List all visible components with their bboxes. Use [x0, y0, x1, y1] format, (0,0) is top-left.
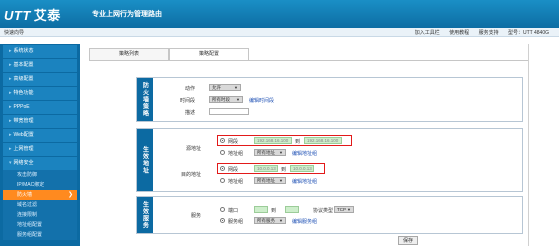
dst-group-select[interactable]: 所有地址 ▼ — [254, 177, 286, 184]
time-select[interactable]: 所有时段 ▼ — [209, 96, 243, 103]
support-link[interactable]: 服务支持 — [479, 30, 499, 36]
tab-policy-list[interactable]: 策略列表 — [89, 48, 169, 60]
sidebar: ▸ 系统状态 ▸ 基本配置 ▸ 高级配置 ▸ 特色功能 ▸ PPPoE ▸ 带宽管理 ▸ We… — [0, 44, 80, 246]
service-group-select[interactable]: 所有服务 ▼ — [254, 217, 286, 224]
tab-policy-config[interactable]: 策略配置 — [169, 48, 249, 60]
service-label: 服务 — [190, 213, 201, 219]
src-group-select[interactable]: 所有地址 ▼ — [254, 149, 286, 156]
src-to-input[interactable]: 192.168.16.100 — [304, 137, 342, 144]
protocol-select[interactable]: TCP ▼ — [334, 206, 354, 213]
bullet-icon: ▸ — [9, 104, 12, 110]
desc-label: 描述 — [184, 110, 195, 116]
protocol-label: 协议类型 — [313, 208, 334, 214]
sidebar-item-web[interactable]: ▸ Web配置 — [3, 129, 77, 142]
action-label: 动作 — [184, 86, 195, 92]
service-group-label: 服务组 — [228, 219, 244, 225]
port-to-label: 到 — [271, 208, 277, 214]
policy-section-label: 防火墙策略 — [137, 78, 153, 121]
sidebar-subitem-connlimit[interactable]: 连接限制 — [3, 210, 77, 220]
service-group-radio[interactable] — [220, 218, 225, 223]
src-from-input[interactable]: 192.168.16.100 — [254, 137, 292, 144]
sidebar-subitem-firewall[interactable]: 防火墙 ❯ — [3, 190, 77, 200]
dst-group-label: 地址组 — [228, 179, 244, 185]
sidebar-item-advanced[interactable]: ▸ 高级配置 — [3, 73, 77, 86]
sidebar-item-features[interactable]: ▸ 特色功能 — [3, 87, 77, 100]
src-group-label: 地址组 — [228, 151, 244, 157]
header-slogan: 专业上网行为管理路由 — [92, 11, 162, 18]
sidebar-subitem-svcgroup[interactable]: 服务组配置 — [3, 230, 77, 240]
service-section: 生效服务 服务 端口 到 协议类型 TCP ▼ 服务组 所有服务 ▼ 编辑服务组 — [136, 196, 523, 234]
port-to-input[interactable] — [285, 206, 299, 213]
dst-to-input[interactable]: 10.0.0.13 — [290, 165, 314, 172]
dst-to-label: 到 — [281, 167, 287, 173]
tutorial-link[interactable]: 使用教程 — [449, 30, 469, 36]
address-section: 生效地址 源地址 网段 192.168.16.100 到 192.168.16.… — [136, 128, 523, 192]
bullet-icon: ▸ — [9, 146, 12, 152]
dst-address-label: 目的地址 — [180, 172, 201, 178]
bullet-icon: ▸ — [9, 132, 12, 138]
sidebar-subitem-ipmac[interactable]: IP/MAC绑定 — [3, 180, 77, 190]
service-section-label: 生效服务 — [137, 197, 153, 233]
top-links: 加入工具栏 使用教程 服务支持 型号：UTT 4840G — [407, 29, 549, 36]
chevron-right-icon: ❯ — [67, 192, 73, 198]
dst-edit-group-link[interactable]: 编辑地址组 — [292, 178, 317, 185]
chevron-down-icon: ▼ — [347, 207, 351, 212]
edit-time-link[interactable]: 编辑时间段 — [249, 97, 274, 104]
bullet-icon: ▸ — [9, 62, 12, 68]
desc-input[interactable] — [209, 108, 249, 115]
bullet-icon: ▸ — [9, 90, 12, 96]
sidebar-item-pppoe[interactable]: ▸ PPPoE — [3, 101, 77, 114]
quick-wizard-link[interactable]: 快速向导 — [4, 29, 24, 36]
src-range-radio[interactable] — [220, 138, 225, 143]
chevron-down-icon: ▼ — [279, 150, 283, 155]
model-label: 型号：UTT 4840G — [507, 30, 549, 36]
sidebar-subitem-addrgroup[interactable]: 地址组配置 — [3, 220, 77, 230]
sidebar-subitem-attack[interactable]: 攻击防御 — [3, 170, 77, 180]
time-label: 时间段 — [179, 98, 195, 104]
bullet-icon: ▸ — [9, 118, 12, 124]
sidebar-item-status[interactable]: ▸ 系统状态 — [3, 45, 77, 58]
content-border — [528, 44, 529, 246]
port-from-input[interactable] — [254, 206, 268, 213]
policy-section: 防火墙策略 动作 允许 ▼ 时间段 所有时段 ▼ 编辑时间段 描述 — [136, 77, 523, 122]
port-label: 端口 — [228, 208, 239, 214]
tab-divider — [89, 60, 529, 61]
sidebar-item-security[interactable]: ▾ 网络安全 — [3, 157, 77, 170]
edit-service-group-link[interactable]: 编辑服务组 — [292, 218, 317, 225]
src-group-radio[interactable] — [220, 150, 225, 155]
dst-range-label: 网段 — [228, 167, 239, 173]
sidebar-item-access[interactable]: ▸ 上网管理 — [3, 143, 77, 156]
src-edit-group-link[interactable]: 编辑地址组 — [292, 150, 317, 157]
add-toolbar-link[interactable]: 加入工具栏 — [415, 30, 440, 36]
sub-toolbar: 快速向导 加入工具栏 使用教程 服务支持 型号：UTT 4840G — [0, 28, 559, 37]
app-window: UTT 艾泰 专业上网行为管理路由 快速向导 加入工具栏 使用教程 服务支持 型号… — [0, 0, 559, 246]
action-select[interactable]: 允许 ▼ — [209, 84, 241, 91]
save-button[interactable]: 保存 — [398, 236, 418, 245]
bullet-icon: ▸ — [9, 48, 12, 54]
src-to-label: 到 — [295, 139, 301, 145]
sidebar-item-bandwidth[interactable]: ▸ 带宽管理 — [3, 115, 77, 128]
chevron-down-icon: ▼ — [279, 218, 283, 223]
sidebar-subitem-domain[interactable]: 域名过滤 — [3, 200, 77, 210]
header-bar: UTT 艾泰 专业上网行为管理路由 — [0, 0, 559, 28]
dst-group-radio[interactable] — [220, 178, 225, 183]
dst-range-radio[interactable] — [220, 166, 225, 171]
chevron-down-icon: ▼ — [236, 97, 240, 102]
chevron-down-icon: ▼ — [279, 178, 283, 183]
src-range-label: 网段 — [228, 139, 239, 145]
chevron-down-icon: ▼ — [234, 85, 238, 90]
src-address-label: 源地址 — [185, 146, 201, 152]
bullet-icon: ▸ — [9, 76, 12, 82]
dst-from-input[interactable]: 10.0.0.13 — [254, 165, 278, 172]
port-radio[interactable] — [220, 207, 225, 212]
sidebar-item-basic[interactable]: ▸ 基本配置 — [3, 59, 77, 72]
bullet-icon: ▾ — [9, 160, 12, 166]
address-section-label: 生效地址 — [137, 129, 153, 191]
brand-logo: UTT 艾泰 — [4, 8, 61, 23]
